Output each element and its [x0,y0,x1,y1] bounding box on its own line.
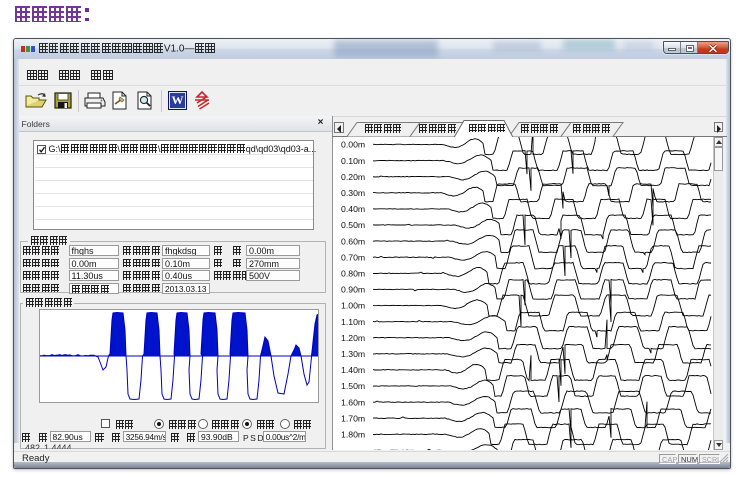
svg-text:1.10m: 1.10m [341,317,365,327]
svg-text:1.00m: 1.00m [341,301,365,311]
svg-text:0.10m: 0.10m [341,156,365,166]
svg-text:0.00m: 0.00m [341,140,365,150]
svg-text:1.20m: 1.20m [341,333,365,343]
svg-text:1.70m: 1.70m [341,413,365,423]
svg-text:1.40m: 1.40m [341,365,365,375]
svg-text:1.50m: 1.50m [341,381,365,391]
svg-text:1.30m: 1.30m [341,349,365,359]
svg-text:0.40m: 0.40m [341,204,365,214]
svg-text:0.50m: 0.50m [341,220,365,230]
svg-text:0.80m: 0.80m [341,269,365,279]
svg-text:0.90m: 0.90m [341,285,365,295]
svg-text:0.30m: 0.30m [341,188,365,198]
svg-text:0.60m: 0.60m [341,236,365,246]
svg-text:0.20m: 0.20m [341,172,365,182]
svg-text:0.70m: 0.70m [341,252,365,262]
svg-text:1.80m: 1.80m [341,430,365,440]
svg-text:1.60m: 1.60m [341,397,365,407]
